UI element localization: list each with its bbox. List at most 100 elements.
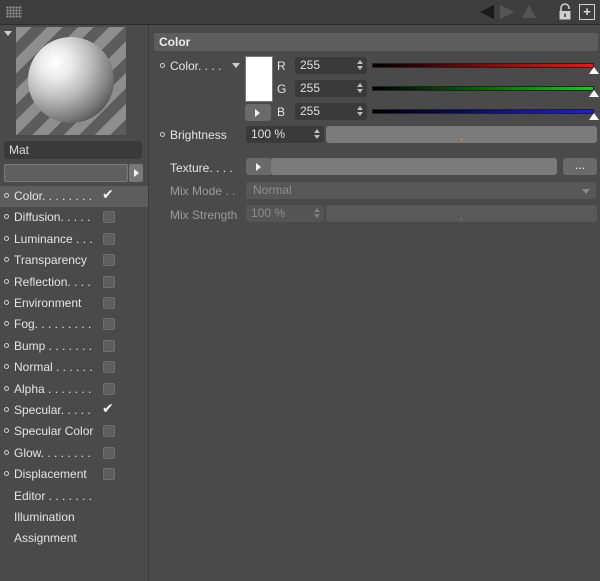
brightness-label: Brightness: [170, 128, 227, 142]
channel-checkbox[interactable]: [103, 447, 115, 459]
animate-dot-icon[interactable]: [4, 407, 9, 412]
collapse-triangle-icon[interactable]: [4, 31, 12, 36]
spin-arrows-icon[interactable]: [357, 83, 363, 93]
channel-label: Bump . . . . . . .: [14, 339, 93, 353]
channel-item[interactable]: Specular. . . . . ✔: [0, 400, 148, 421]
channel-checkbox[interactable]: ✔: [102, 186, 115, 202]
material-drop-field[interactable]: [4, 164, 128, 182]
mix-mode-value: Normal: [253, 183, 292, 197]
channel-item[interactable]: Normal . . . . . .: [0, 357, 148, 378]
channel-item[interactable]: Diffusion. . . . .: [0, 207, 148, 228]
channel-label: Fog. . . . . . . . .: [14, 317, 92, 331]
animate-dot-icon[interactable]: [4, 450, 9, 455]
animate-dot-icon[interactable]: [4, 343, 9, 348]
channel-label: Assignment: [14, 531, 77, 545]
channel-item[interactable]: Bump . . . . . . .: [0, 336, 148, 357]
spin-arrows-icon[interactable]: [314, 129, 320, 139]
channel-checkbox[interactable]: [103, 211, 115, 223]
channel-item[interactable]: Specular Color: [0, 421, 148, 442]
animate-dot-icon[interactable]: [4, 321, 9, 326]
checkmark-icon: ✔: [102, 400, 114, 416]
red-slider[interactable]: [372, 63, 594, 68]
channel-checkbox[interactable]: [103, 383, 115, 395]
channel-item[interactable]: Displacement: [0, 464, 148, 485]
channel-item[interactable]: Luminance . . .: [0, 229, 148, 250]
back-arrow-icon[interactable]: [478, 4, 496, 20]
blue-slider-handle[interactable]: [589, 113, 599, 120]
channel-item[interactable]: Illumination: [0, 507, 148, 528]
preview-sphere: [28, 37, 114, 123]
material-sidebar: Mat Color. . . . . . . . ✔ Diffusion. . . …: [0, 25, 149, 581]
channel-label: Specular Color: [14, 424, 94, 438]
green-value-field[interactable]: 255: [295, 80, 367, 97]
animate-dot-icon[interactable]: [4, 364, 9, 369]
animate-dot-icon[interactable]: [4, 386, 9, 391]
channel-item[interactable]: Reflection. . . .: [0, 272, 148, 293]
channel-label: Specular. . . . .: [14, 403, 91, 417]
channel-item[interactable]: Transparency: [0, 250, 148, 271]
animate-dot-icon[interactable]: [160, 63, 165, 68]
animate-dot-icon[interactable]: [4, 214, 9, 219]
color-play-button[interactable]: [245, 104, 271, 121]
spin-arrows-icon[interactable]: [357, 106, 363, 116]
green-slider[interactable]: [372, 86, 594, 91]
channel-item[interactable]: Environment: [0, 293, 148, 314]
brightness-value: 100 %: [251, 127, 286, 141]
new-window-icon[interactable]: +: [579, 4, 595, 20]
texture-play-button[interactable]: [246, 158, 272, 175]
animate-dot-icon[interactable]: [4, 471, 9, 476]
expand-arrow-icon[interactable]: [129, 164, 143, 182]
grip-icon[interactable]: [6, 6, 22, 18]
lock-icon[interactable]: [558, 3, 572, 21]
channel-label: Transparency: [14, 253, 87, 267]
mix-mode-select[interactable]: Normal: [246, 182, 596, 199]
animate-dot-icon[interactable]: [4, 257, 9, 262]
channel-item[interactable]: Glow. . . . . . . .: [0, 443, 148, 464]
channel-label: Editor . . . . . . .: [14, 489, 93, 503]
channel-checkbox[interactable]: [103, 297, 115, 309]
green-slider-handle[interactable]: [589, 90, 599, 97]
r-label: R: [277, 59, 286, 73]
channel-checkbox[interactable]: [103, 361, 115, 373]
channel-item[interactable]: Alpha . . . . . . .: [0, 379, 148, 400]
brightness-slider[interactable]: [326, 126, 597, 143]
animate-dot-icon[interactable]: [4, 279, 9, 284]
channel-checkbox[interactable]: [103, 233, 115, 245]
channel-checkbox[interactable]: [103, 318, 115, 330]
channel-checkbox[interactable]: [103, 276, 115, 288]
color-swatch[interactable]: [245, 56, 273, 102]
spin-arrows-icon[interactable]: [357, 60, 363, 70]
red-slider-handle[interactable]: [589, 67, 599, 74]
channel-checkbox[interactable]: [103, 340, 115, 352]
red-value-field[interactable]: 255: [295, 57, 367, 74]
brightness-value-field[interactable]: 100 %: [246, 126, 324, 143]
mix-strength-slider[interactable]: [326, 205, 597, 222]
animate-dot-icon[interactable]: [4, 428, 9, 433]
animate-dot-icon[interactable]: [4, 193, 9, 198]
channel-item[interactable]: Color. . . . . . . . ✔: [0, 186, 148, 207]
material-name-field[interactable]: Mat: [4, 141, 142, 159]
color-swatch-dropdown-icon[interactable]: [232, 63, 240, 68]
channel-checkbox[interactable]: [103, 425, 115, 437]
channel-item[interactable]: Fog. . . . . . . . .: [0, 314, 148, 335]
texture-field[interactable]: [271, 158, 557, 175]
forward-arrow-icon[interactable]: [498, 4, 516, 20]
blue-value-field[interactable]: 255: [295, 103, 367, 120]
channel-item[interactable]: Editor . . . . . . .: [0, 486, 148, 507]
mix-mode-label: Mix Mode . .: [170, 184, 236, 198]
channel-checkbox[interactable]: [103, 254, 115, 266]
animate-dot-icon[interactable]: [160, 132, 165, 137]
channel-checkbox[interactable]: [103, 468, 115, 480]
spin-arrows-icon[interactable]: [314, 208, 320, 218]
animate-dot-icon[interactable]: [4, 236, 9, 241]
chevron-down-icon: [582, 189, 590, 194]
animate-dot-icon[interactable]: [4, 300, 9, 305]
texture-browse-button[interactable]: ...: [563, 158, 597, 175]
channel-checkbox[interactable]: ✔: [102, 400, 115, 416]
up-arrow-icon[interactable]: [520, 3, 538, 21]
blue-slider[interactable]: [372, 109, 594, 114]
channel-item[interactable]: Assignment: [0, 528, 148, 549]
channel-label: Luminance . . .: [14, 232, 93, 246]
material-preview[interactable]: [16, 27, 126, 135]
mix-strength-value-field[interactable]: 100 %: [246, 205, 324, 222]
